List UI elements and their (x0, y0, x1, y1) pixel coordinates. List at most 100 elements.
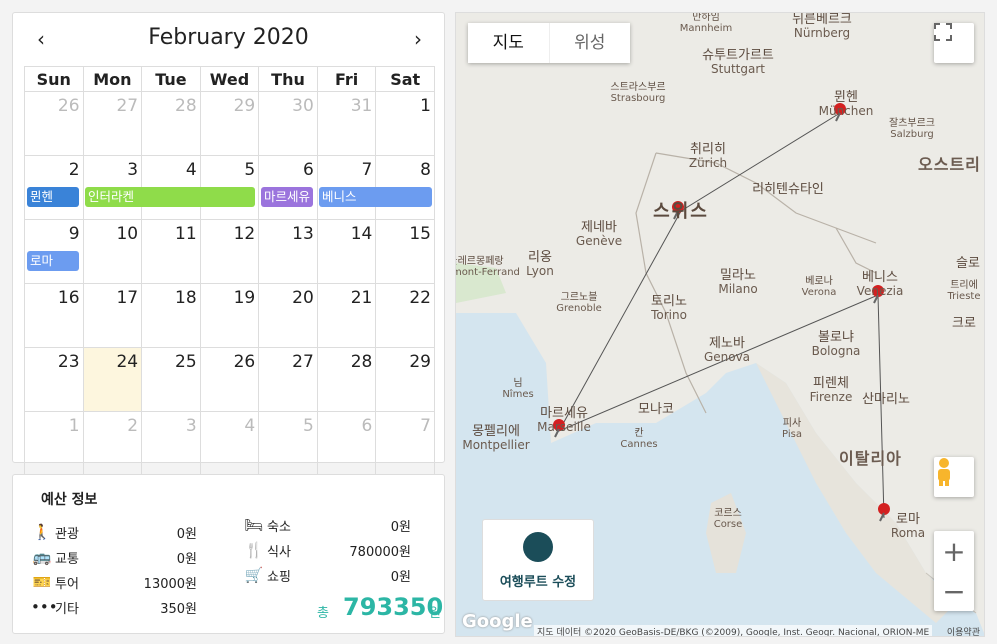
fullscreen-button[interactable] (934, 23, 974, 63)
budget-item-value: 0원 (390, 519, 411, 535)
city-turin: 토리노 Torino (651, 294, 687, 322)
day-cell[interactable]: 12 (199, 219, 260, 284)
today-cell[interactable]: 24 (82, 347, 143, 412)
budget-item-label: 투어 (55, 576, 79, 592)
event-venice[interactable]: 베니스 (319, 187, 432, 207)
day-cell[interactable]: 26 (199, 347, 260, 412)
city-genoa: 제노바 Genova (703, 336, 751, 364)
day-cell[interactable]: 29 (375, 347, 435, 412)
budget-item-value: 780000원 (349, 544, 411, 560)
day-cell[interactable]: 1 (24, 411, 84, 476)
day-cell[interactable]: 15 (375, 219, 435, 284)
day-cell[interactable]: 23 (24, 347, 84, 412)
weekday-tue: Tue (141, 66, 201, 92)
country-austria: 오스트리 (918, 155, 981, 174)
terms-link[interactable]: 이용약관 (947, 625, 980, 636)
city-nuremberg: 뉘른베르크 Nürnberg (792, 12, 852, 40)
day-cell[interactable]: 30 (258, 91, 318, 156)
city-marseille: 마르세유 Marseille (537, 406, 591, 434)
utensils-icon: 🍴 (244, 541, 264, 559)
day-cell[interactable]: 29 (199, 91, 260, 156)
edit-route-label: 여행루트 수정 (499, 575, 577, 590)
event-munich[interactable]: 뮌헨 (27, 187, 79, 207)
day-cell[interactable]: 13 (258, 219, 318, 284)
budget-item-label: 쇼핑 (267, 569, 291, 585)
city-salzburg: 잘츠부르크 Salzburg (889, 118, 935, 140)
day-cell[interactable]: 19 (199, 283, 260, 348)
day-cell[interactable]: 18 (141, 283, 201, 348)
cart-icon: 🛒 (244, 566, 264, 584)
day-cell[interactable]: 10 (82, 219, 143, 284)
day-cell[interactable]: 26 (24, 91, 84, 156)
budget-total: 총 793350 원 (313, 593, 443, 623)
ticket-icon: 🎫 (32, 573, 52, 591)
total-label: 총 (317, 606, 329, 621)
day-cell[interactable]: 16 (24, 283, 84, 348)
budget-title: 예산 정보 (41, 492, 98, 508)
calendar-header: ‹ February 2020 › (13, 13, 444, 65)
budget-item-value: 13000원 (143, 576, 197, 592)
day-cell[interactable]: 27 (258, 347, 318, 412)
week-row: 26 27 28 29 30 31 1 (24, 91, 435, 156)
map[interactable]: 뮌헨 München 스위스 베니스 Venezia 마르세유 Marseille 로… (455, 12, 985, 637)
city-nimes: 님 Nîmes (502, 378, 534, 400)
day-cell[interactable]: 4 (199, 411, 260, 476)
street-view-button[interactable] (934, 457, 974, 497)
day-cell[interactable]: 11 (141, 219, 201, 284)
weekday-fri: Fri (316, 66, 377, 92)
budget-item-shopping: 🛒 쇼핑 0원 (243, 564, 411, 586)
day-cell[interactable]: 31 (316, 91, 377, 156)
day-cell[interactable]: 3 (141, 411, 201, 476)
day-cell[interactable]: 20 (258, 283, 318, 348)
budget-item-transport: 🚌 교통 0원 (31, 546, 197, 568)
tab-satellite[interactable]: 위성 (548, 23, 631, 63)
day-cell[interactable]: 22 (375, 283, 435, 348)
city-stuttgart: 슈투트가르트 Stuttgart (702, 48, 774, 76)
edit-route-button[interactable]: 여행루트 수정 (482, 519, 594, 601)
city-mannheim: 만하임 Mannheim (679, 12, 733, 34)
day-cell[interactable]: 17 (82, 283, 143, 348)
week-row: 23 24 25 26 27 28 29 (24, 347, 435, 412)
weekday-row: Sun Mon Tue Wed Thu Fri Sat (24, 66, 435, 92)
border-line (635, 152, 707, 414)
map-type-tabs: 지도 위성 (468, 23, 630, 63)
calendar-title: February 2020 (148, 25, 309, 50)
budget-item-value: 0원 (176, 526, 197, 542)
city-montpellier: 몽펠리에 Montpellier (462, 424, 530, 452)
next-month-button[interactable]: › (406, 29, 430, 53)
map-attribution: 지도 데이터 ©2020 GeoBasis-DE/BKG (©2009), Go… (534, 625, 933, 636)
day-cell[interactable]: 28 (316, 347, 377, 412)
event-interlaken[interactable]: 인터라켄 (85, 187, 255, 207)
weekday-mon: Mon (82, 66, 143, 92)
calendar-grid: Sun Mon Tue Wed Thu Fri Sat 26 27 28 29 … (24, 66, 435, 476)
calendar: ‹ February 2020 › Sun Mon Tue Wed Thu Fr… (12, 12, 445, 476)
day-cell[interactable]: 7 (375, 411, 435, 476)
event-rome[interactable]: 로마 (27, 251, 79, 271)
day-cell[interactable]: 28 (141, 91, 201, 156)
day-cell[interactable]: 5 (258, 411, 318, 476)
city-corse: 코르스 Corse (713, 508, 743, 530)
day-cell[interactable]: 21 (316, 283, 377, 348)
walking-icon: 🚶 (32, 523, 52, 541)
city-croatia: 크로 (952, 316, 976, 331)
city-verona: 베로나 Verona (801, 276, 837, 298)
country-italy: 이탈리아 (839, 449, 902, 468)
event-marseille[interactable]: 마르세유 (261, 187, 313, 207)
globe-icon (523, 532, 553, 562)
city-cannes: 칸 Cannes (620, 428, 658, 450)
pegman-icon (938, 458, 950, 486)
day-cell[interactable]: 27 (82, 91, 143, 156)
day-cell[interactable]: 25 (141, 347, 201, 412)
budget-item-meals: 🍴 식사 780000원 (243, 539, 411, 561)
zoom-in-button[interactable]: + (934, 531, 974, 571)
day-cell[interactable]: 6 (316, 411, 377, 476)
city-bologna: 볼로냐 Bologna (811, 330, 861, 358)
tab-map[interactable]: 지도 (468, 23, 549, 63)
weekday-sun: Sun (24, 66, 84, 92)
day-cell[interactable]: 2 (82, 411, 143, 476)
day-cell[interactable]: 14 (316, 219, 377, 284)
city-pisa: 피사 Pisa (782, 418, 802, 440)
zoom-out-button[interactable]: − (934, 571, 974, 611)
day-cell[interactable]: 1 (375, 91, 435, 156)
city-clermont: 클레르몽페랑Clermont-Ferrand (456, 256, 520, 278)
